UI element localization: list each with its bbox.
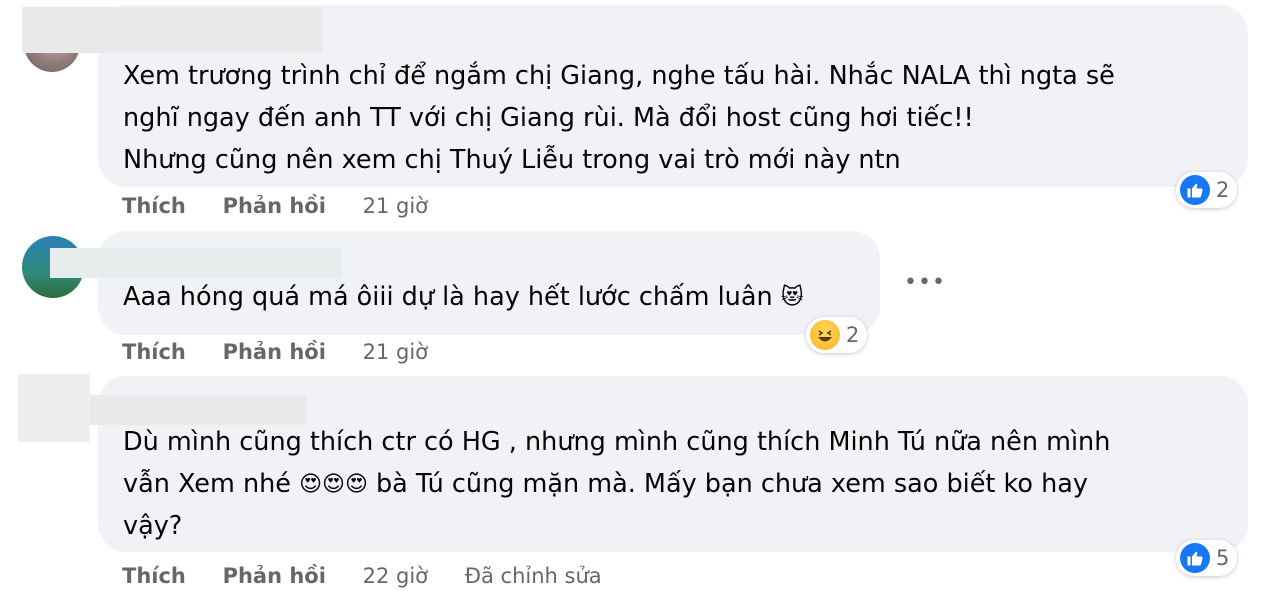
redacted-author-name xyxy=(90,395,306,425)
comment-actions: Thích Phản hồi 22 giờ Đã chỉnh sửa xyxy=(122,564,632,588)
like-button[interactable]: Thích xyxy=(122,564,186,588)
comment-line-prefix: vẫn Xem nhé xyxy=(123,469,291,499)
reply-button[interactable]: Phản hồi xyxy=(223,340,326,364)
heart-eyes-emoji: 😍😍😍 xyxy=(299,472,368,497)
reaction-number: 2 xyxy=(846,323,860,347)
comment-line: Dù mình cũng thích ctr có HG , nhưng mìn… xyxy=(123,427,1111,457)
timestamp-link[interactable]: 22 giờ xyxy=(363,564,428,588)
comment-bubble: Aaa hóng quá má ôiii dự là hay hết lước … xyxy=(98,231,880,335)
comment-line: vẫn Xem nhé 😍😍😍 bà Tú cũng mặn mà. Mấy b… xyxy=(123,463,1110,505)
reaction-number: 5 xyxy=(1216,546,1230,570)
haha-icon xyxy=(810,320,840,350)
redacted-author-name xyxy=(50,248,342,278)
reaction-count[interactable]: 2 xyxy=(1176,172,1238,208)
redacted-author-name xyxy=(22,7,322,53)
reply-button[interactable]: Phản hồi xyxy=(223,564,326,588)
avatar[interactable] xyxy=(18,374,90,442)
reaction-count[interactable]: 2 xyxy=(806,317,868,353)
comment-text: Dù mình cũng thích ctr có HG , nhưng mìn… xyxy=(123,421,1110,547)
edited-label[interactable]: Đã chỉnh sửa xyxy=(465,564,602,588)
comment-actions: Thích Phản hồi 21 giờ xyxy=(122,194,458,218)
comment-line-suffix: bà Tú cũng mặn mà. Mấy bạn chưa xem sao … xyxy=(376,469,1088,499)
comment-line: nghĩ ngay đến anh TT với chị Giang rùi. … xyxy=(123,103,974,133)
like-button[interactable]: Thích xyxy=(122,340,186,364)
comment-actions: Thích Phản hồi 21 giờ xyxy=(122,340,458,364)
comment-line: Xem trương trình chỉ để ngắm chị Giang, … xyxy=(123,61,1115,91)
reply-button[interactable]: Phản hồi xyxy=(223,194,326,218)
like-icon xyxy=(1180,543,1210,573)
like-icon xyxy=(1180,175,1210,205)
timestamp-link[interactable]: 21 giờ xyxy=(363,340,428,364)
more-options-icon[interactable]: ••• xyxy=(904,270,946,295)
comment-line: vậy? xyxy=(123,511,183,541)
comment-line: Nhưng cũng nên xem chị Thuý Liễu trong v… xyxy=(123,145,901,175)
comment-text: Aaa hóng quá má ôiii dự là hay hết lước … xyxy=(123,276,804,318)
like-button[interactable]: Thích xyxy=(122,194,186,218)
reaction-count[interactable]: 5 xyxy=(1176,540,1238,576)
reaction-number: 2 xyxy=(1216,178,1230,202)
comment-text: Xem trương trình chỉ để ngắm chị Giang, … xyxy=(123,55,1115,181)
timestamp-link[interactable]: 21 giờ xyxy=(363,194,428,218)
comment-line: Aaa hóng quá má ôiii dự là hay hết lước … xyxy=(123,282,773,312)
heart-eyes-cat-emoji: 😻 xyxy=(780,285,804,310)
